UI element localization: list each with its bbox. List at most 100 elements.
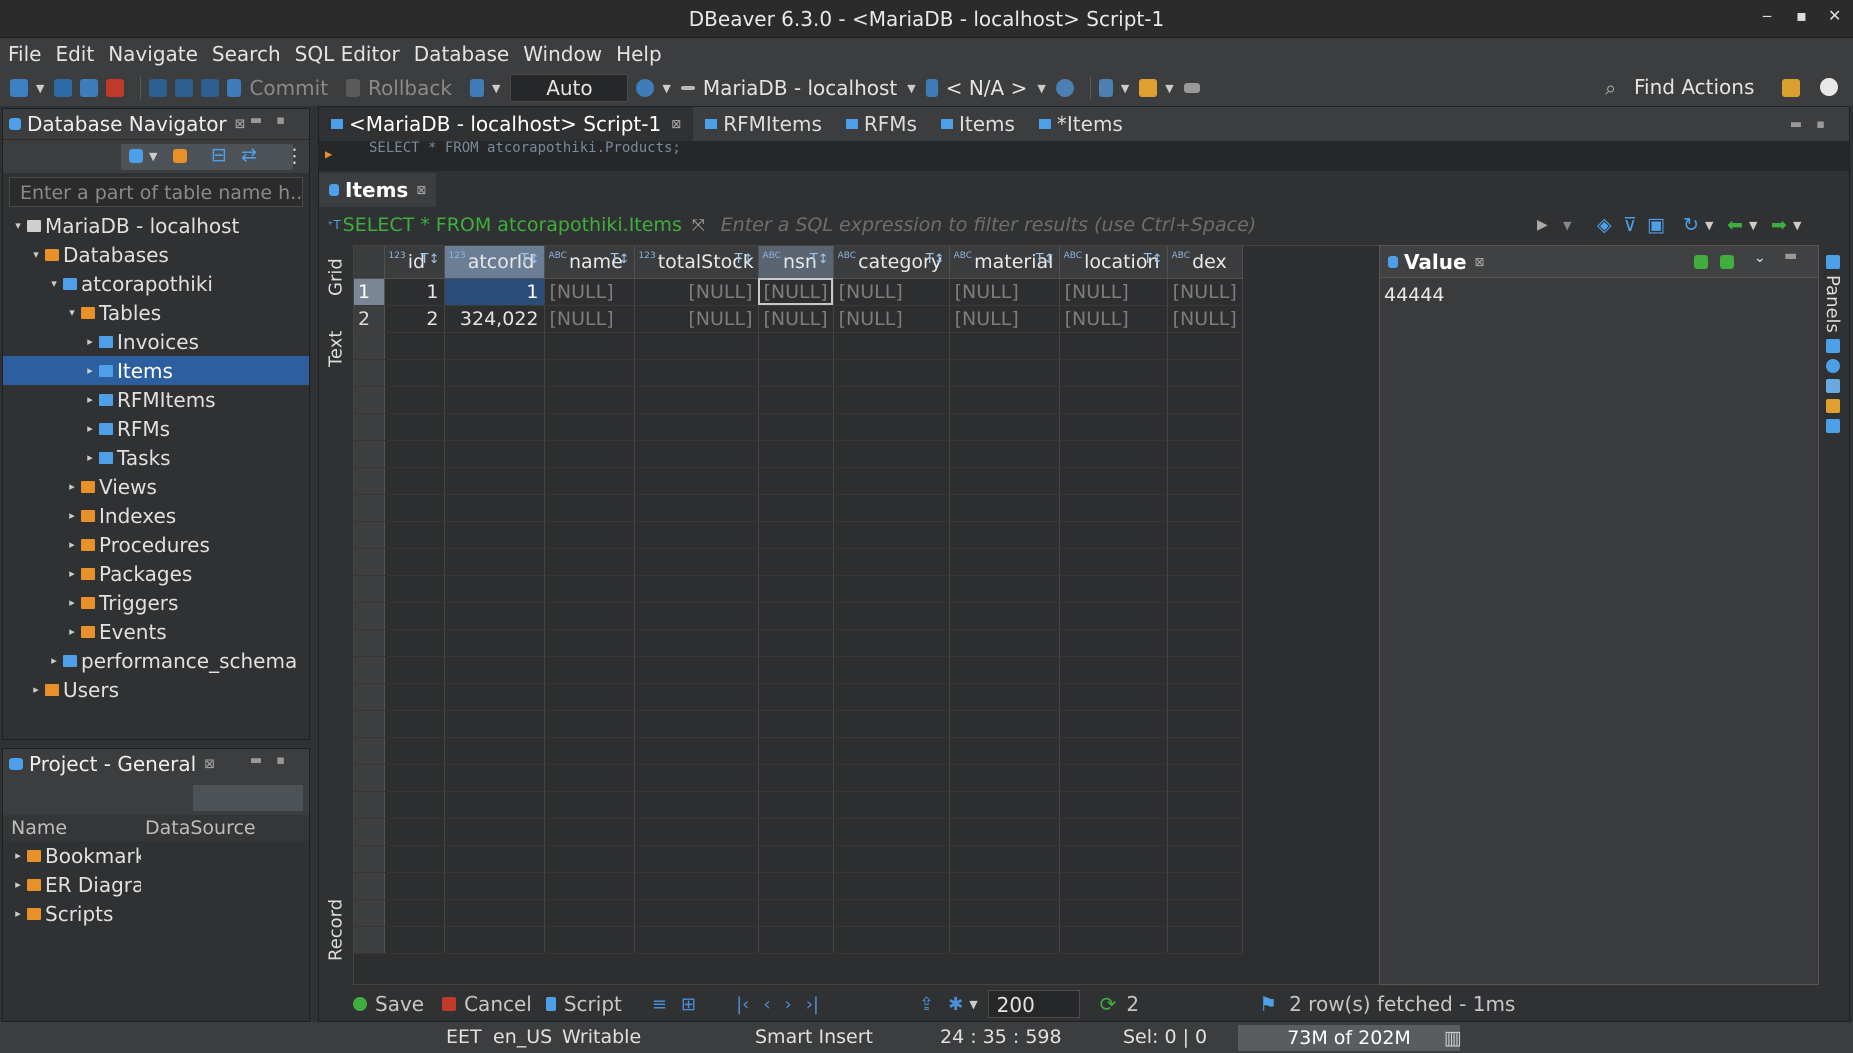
fetch-settings-icon[interactable]: ✱ xyxy=(948,994,963,1015)
editor-tab[interactable]: Items xyxy=(929,107,1027,141)
back-icon[interactable] xyxy=(1183,83,1200,93)
back-arrow-icon[interactable]: ⬅ xyxy=(1727,214,1743,236)
metadata-icon[interactable] xyxy=(1826,358,1840,373)
navigator-node[interactable]: ▸ Items xyxy=(3,356,309,385)
export-icon[interactable]: ⇪ xyxy=(919,994,934,1015)
save-button[interactable]: Save xyxy=(375,992,424,1016)
references-icon[interactable] xyxy=(1826,418,1840,433)
expand-arrow-icon[interactable]: ▾ xyxy=(11,219,25,232)
menu-window[interactable]: Window xyxy=(523,42,602,66)
record-view-tab[interactable]: Record xyxy=(323,887,349,973)
grid-cell-atcorid[interactable]: 1 xyxy=(444,278,545,306)
chevron-down-icon[interactable]: ▼ xyxy=(1165,82,1173,95)
minimize-icon[interactable]: ▬ xyxy=(1784,248,1797,264)
transaction-mode-field[interactable]: Auto xyxy=(510,74,629,102)
reconnect-icon[interactable] xyxy=(80,79,99,97)
chevron-down-icon[interactable]: ▼ xyxy=(149,150,157,163)
menu-navigate[interactable]: Navigate xyxy=(108,42,198,66)
expand-arrow-icon[interactable]: ▸ xyxy=(11,907,25,920)
minimize-maximize-icon[interactable]: ▬▪ xyxy=(1790,117,1839,132)
minimize-maximize-icon[interactable]: ▬▪ xyxy=(250,753,299,768)
folder-icon[interactable] xyxy=(173,149,187,163)
row-limit-input[interactable]: 200 xyxy=(987,990,1080,1018)
column-header-totalstock[interactable]: 123 totalStock T↕ xyxy=(634,246,759,279)
column-header-nsn[interactable]: ABC nsn T↕ xyxy=(758,246,834,279)
editor-tab[interactable]: *Items xyxy=(1027,107,1135,141)
column-header-category[interactable]: ABC category T↕ xyxy=(833,246,950,279)
navigator-node[interactable]: ▸ RFMItems xyxy=(3,385,309,414)
edit-row-icon[interactable]: ≡ xyxy=(652,994,667,1015)
sql-editor-icon[interactable] xyxy=(1055,79,1074,97)
editor-tab[interactable]: RFMItems xyxy=(693,107,834,141)
savepoint-icon[interactable] xyxy=(175,79,194,97)
expand-arrow-icon[interactable]: ▸ xyxy=(83,393,97,406)
transaction-log-icon[interactable] xyxy=(201,79,220,97)
chevron-down-icon[interactable]: ⌄ xyxy=(1754,250,1766,266)
apply-filter-icon[interactable]: ▶ xyxy=(1537,217,1548,233)
new-connection-icon[interactable] xyxy=(10,79,28,97)
grid-cell-id[interactable]: 2 xyxy=(384,305,445,333)
collapse-all-icon[interactable]: ⊟ xyxy=(211,144,227,166)
chevron-down-icon[interactable]: ▼ xyxy=(1563,219,1571,232)
navigator-node[interactable]: ▸ Indexes xyxy=(3,501,309,530)
text-view-tab[interactable]: Text xyxy=(323,319,349,379)
navigator-node[interactable]: ▾ Tables xyxy=(3,298,309,327)
menu-file[interactable]: File xyxy=(8,42,41,66)
project-node[interactable]: ▸ Scripts xyxy=(3,899,309,928)
minimize-icon[interactable]: ‒ xyxy=(1762,6,1772,25)
navigator-node[interactable]: ▸ performance_schema xyxy=(3,646,309,675)
sql-editor-preview[interactable]: ▶ SELECT * FROM atcorapothiki.Products; xyxy=(319,141,1849,171)
chevron-down-icon[interactable]: ▼ xyxy=(36,82,44,95)
navigator-node[interactable]: ▸ Events xyxy=(3,617,309,646)
transaction-mode-icon[interactable] xyxy=(469,79,484,97)
navigator-node[interactable]: ▸ Tasks xyxy=(3,443,309,472)
navigator-node[interactable]: ▸Administer xyxy=(3,704,309,705)
grid-cell-location[interactable]: [NULL] xyxy=(1059,305,1168,333)
sort-filter-icon[interactable]: T↕ xyxy=(1036,252,1055,267)
menu-search[interactable]: Search xyxy=(212,42,281,66)
list-icon[interactable] xyxy=(1098,79,1113,97)
chevron-down-icon[interactable]: ▼ xyxy=(662,82,670,95)
transaction-icon[interactable] xyxy=(149,79,168,97)
add-row-icon[interactable]: ⊞ xyxy=(681,994,696,1015)
chevron-down-icon[interactable]: ▼ xyxy=(1749,219,1757,232)
project-col-datasource[interactable]: DataSource xyxy=(137,817,256,839)
chevron-down-icon[interactable]: ▼ xyxy=(1121,82,1129,95)
forward-arrow-icon[interactable]: ➡ xyxy=(1771,214,1787,236)
navigator-node[interactable]: ▸ Packages xyxy=(3,559,309,588)
navigator-node[interactable]: ▸ RFMs xyxy=(3,414,309,443)
panels-label[interactable]: Panels xyxy=(1822,275,1843,333)
navigator-node[interactable]: ▸ Procedures xyxy=(3,530,309,559)
sort-filter-icon[interactable]: T↕ xyxy=(521,252,540,267)
grid-cell-category[interactable]: [NULL] xyxy=(833,305,950,333)
grid-cell-material[interactable]: [NULL] xyxy=(949,278,1060,306)
column-header-dex[interactable]: ABC dex xyxy=(1167,246,1243,279)
commit-button[interactable]: Commit xyxy=(249,76,328,100)
sort-filter-icon[interactable]: T↕ xyxy=(926,252,945,267)
expand-arrow-icon[interactable]: ▸ xyxy=(83,422,97,435)
chevron-down-icon[interactable]: ▼ xyxy=(969,998,977,1011)
navigator-filter-input[interactable]: Enter a part of table name h... xyxy=(9,177,303,207)
sort-filter-icon[interactable]: T↕ xyxy=(1144,252,1163,267)
grid-cell-nsn[interactable]: [NULL] xyxy=(758,278,834,306)
navigator-node[interactable]: ▾ atcorapothiki xyxy=(3,269,309,298)
disconnect-icon[interactable] xyxy=(106,79,125,97)
navigator-node[interactable]: ▾ MariaDB - localhost xyxy=(3,211,309,240)
find-actions-button[interactable]: Find Actions xyxy=(1634,75,1754,99)
grid-cell-nsn[interactable]: [NULL] xyxy=(758,305,834,333)
expand-arrow-icon[interactable]: ▸ xyxy=(83,364,97,377)
grid-cell-totalstock[interactable]: [NULL] xyxy=(634,278,759,306)
expand-arrow-icon[interactable]: ▸ xyxy=(83,451,97,464)
rollback-button[interactable]: Rollback xyxy=(368,76,452,100)
expand-arrow-icon[interactable]: ▸ xyxy=(47,654,61,667)
expand-arrow-icon[interactable]: ▾ xyxy=(29,248,43,261)
expand-arrow-icon[interactable]: ▸ xyxy=(11,849,25,862)
refresh-icon[interactable]: ↻ xyxy=(1683,214,1699,236)
menu-sql-editor[interactable]: SQL Editor xyxy=(295,42,400,66)
expand-arrow-icon[interactable]: ▸ xyxy=(65,625,79,638)
expand-arrow-icon[interactable]: ▸ xyxy=(83,335,97,348)
save-value-icon[interactable] xyxy=(1694,255,1708,269)
sort-filter-icon[interactable]: T↕ xyxy=(421,252,440,267)
project-node[interactable]: ▸ ER Diagrams xyxy=(3,870,309,899)
chevron-down-icon[interactable]: ▼ xyxy=(1793,219,1801,232)
